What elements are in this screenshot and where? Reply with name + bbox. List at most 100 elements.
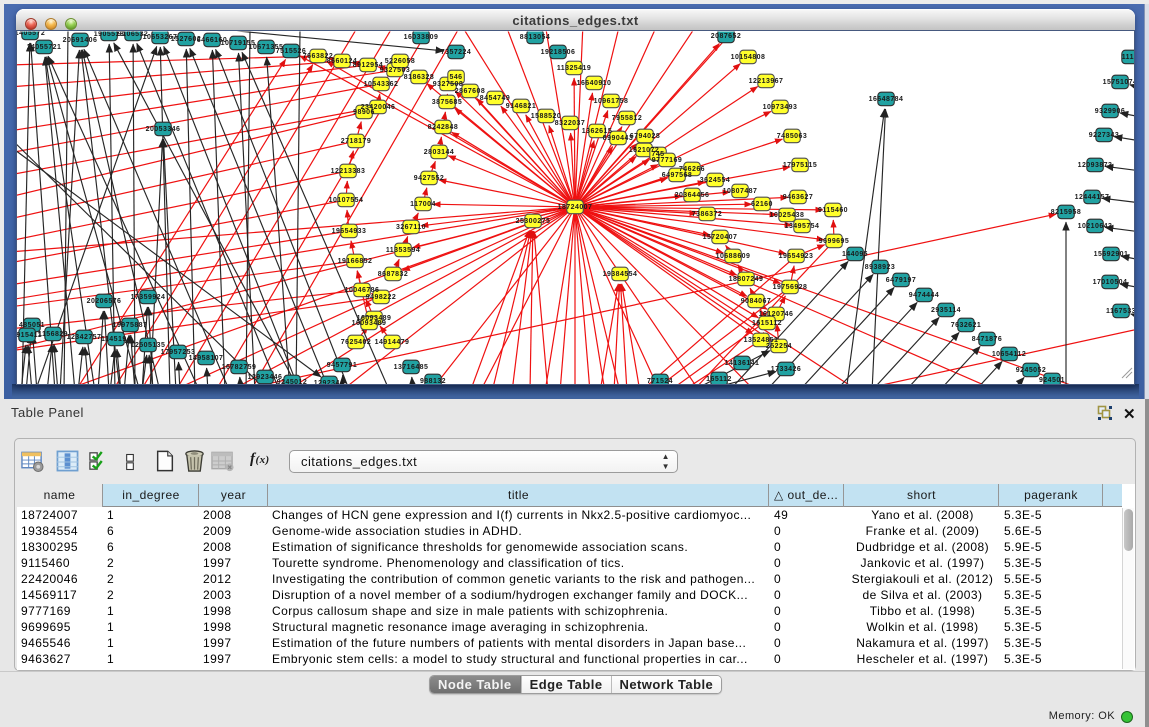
svg-text:7955812: 7955812	[612, 115, 642, 122]
svg-text:12213383: 12213383	[331, 168, 366, 175]
svg-text:924501: 924501	[1039, 377, 1065, 384]
svg-text:117004: 117004	[410, 201, 436, 208]
svg-text:8186328: 8186328	[404, 74, 434, 81]
svg-text:7515526: 7515526	[276, 48, 306, 55]
svg-text:16033809: 16033809	[404, 34, 439, 41]
svg-text:2803144: 2803144	[424, 149, 454, 156]
svg-text:25300275: 25300275	[516, 218, 551, 225]
svg-text:10107554: 10107554	[329, 197, 364, 204]
svg-text:9227343: 9227343	[1089, 132, 1119, 139]
svg-text:14136141: 14136141	[725, 360, 760, 367]
svg-text:20206576: 20206576	[87, 298, 122, 305]
svg-text:13716485: 13716485	[394, 364, 429, 371]
svg-text:16782759: 16782759	[222, 364, 257, 371]
svg-text:8471876: 8471876	[972, 336, 1002, 343]
svg-text:18724007: 18724007	[558, 204, 593, 211]
svg-text:6497568: 6497568	[662, 172, 692, 179]
svg-text:6794028: 6794028	[630, 133, 660, 140]
svg-text:2718179: 2718179	[341, 138, 371, 145]
svg-text:9084067: 9084067	[741, 298, 771, 305]
svg-text:19384554: 19384554	[603, 271, 638, 278]
svg-text:9498222: 9498222	[366, 294, 396, 301]
svg-text:1405572: 1405572	[15, 30, 45, 37]
svg-text:10154808: 10154808	[731, 54, 766, 61]
svg-text:8990443: 8990443	[603, 135, 633, 142]
svg-text:7625402: 7625402	[341, 339, 371, 346]
svg-text:144095: 144095	[842, 251, 868, 258]
svg-text:485051: 485051	[19, 322, 45, 329]
svg-text:9327508: 9327508	[433, 81, 463, 88]
svg-text:8322037: 8322037	[555, 120, 585, 127]
svg-text:252254: 252254	[766, 343, 792, 350]
svg-text:16648784: 16648784	[869, 96, 904, 103]
svg-text:7632621: 7632621	[951, 322, 981, 329]
svg-text:8242848: 8242848	[428, 124, 458, 131]
svg-text:546: 546	[449, 74, 462, 81]
svg-text:8912954: 8912954	[353, 62, 383, 69]
svg-text:9463627: 9463627	[783, 194, 813, 201]
svg-text:19654923: 19654923	[779, 253, 814, 260]
svg-text:2087652: 2087652	[711, 33, 741, 40]
svg-text:10654112: 10654112	[992, 351, 1026, 358]
svg-text:1156829: 1156829	[38, 331, 68, 338]
svg-text:7386372: 7386372	[692, 211, 722, 218]
svg-text:1145194: 1145194	[101, 336, 131, 343]
svg-text:165112: 165112	[706, 376, 732, 383]
svg-text:17010504: 17010504	[1093, 279, 1128, 286]
svg-text:10046786: 10046786	[345, 287, 380, 294]
svg-text:10025438: 10025438	[770, 212, 805, 219]
svg-text:20364456: 20364456	[675, 192, 710, 199]
svg-text:1167533: 1167533	[1106, 308, 1136, 315]
svg-text:9115460: 9115460	[818, 207, 848, 214]
svg-text:19654933: 19654933	[332, 228, 367, 235]
svg-text:15720407: 15720407	[703, 234, 738, 241]
svg-text:8687832: 8687832	[378, 271, 408, 278]
svg-text:9327503: 9327503	[380, 67, 410, 74]
svg-text:1117: 1117	[1122, 54, 1139, 61]
svg-text:13495754: 13495754	[785, 223, 820, 230]
svg-text:18807249: 18807249	[729, 276, 764, 283]
svg-text:10688609: 10688609	[716, 253, 751, 260]
svg-text:2935114: 2935114	[931, 307, 961, 314]
svg-text:6479197: 6479197	[886, 277, 916, 284]
svg-text:1292344: 1292344	[314, 380, 344, 387]
svg-text:11325419: 11325419	[557, 65, 591, 72]
svg-text:8938923: 8938923	[865, 264, 895, 271]
svg-text:17975115: 17975115	[783, 162, 817, 169]
svg-text:16120746: 16120746	[759, 311, 794, 318]
svg-text:7485063: 7485063	[777, 133, 807, 140]
svg-text:9329906: 9329906	[1095, 108, 1125, 115]
svg-text:10210643: 10210643	[1078, 223, 1113, 230]
svg-text:10807487: 10807487	[723, 188, 758, 195]
svg-text:8215958: 8215958	[1051, 209, 1081, 216]
svg-text:15692901: 15692901	[1094, 251, 1129, 258]
svg-text:2867608: 2867608	[455, 88, 485, 95]
svg-text:9146821: 9146821	[506, 103, 536, 110]
svg-text:9427552: 9427552	[414, 175, 444, 182]
svg-text:1615112: 1615112	[752, 320, 782, 327]
svg-text:19166852: 19166852	[338, 258, 373, 265]
svg-text:10543362: 10543362	[364, 81, 399, 88]
svg-text:9245052: 9245052	[1016, 367, 1046, 374]
svg-text:19218506: 19218506	[541, 49, 576, 56]
svg-text:14914479: 14914479	[375, 339, 410, 346]
svg-text:16093489: 16093489	[352, 320, 387, 327]
svg-text:12093873: 12093873	[1078, 162, 1113, 169]
svg-text:17359924: 17359924	[131, 294, 166, 301]
svg-text:12342757: 12342757	[67, 334, 102, 341]
svg-text:1588520: 1588520	[531, 113, 561, 120]
svg-text:62160: 62160	[751, 201, 773, 208]
svg-text:14055721: 14055721	[27, 44, 62, 51]
svg-text:20053346: 20053346	[146, 126, 181, 133]
svg-text:19975887: 19975887	[113, 322, 148, 329]
svg-text:16640910: 16640910	[577, 80, 612, 87]
svg-text:10973493: 10973493	[763, 104, 798, 111]
svg-text:5226058: 5226058	[385, 58, 415, 65]
svg-text:3267110: 3267110	[396, 224, 426, 231]
svg-text:988132: 988132	[420, 378, 446, 385]
svg-text:8454749: 8454749	[480, 95, 510, 102]
svg-text:8813054: 8813054	[520, 34, 550, 41]
svg-text:3624554: 3624554	[700, 177, 730, 184]
svg-text:15751074: 15751074	[1103, 79, 1138, 86]
svg-text:1733426: 1733426	[771, 366, 801, 373]
